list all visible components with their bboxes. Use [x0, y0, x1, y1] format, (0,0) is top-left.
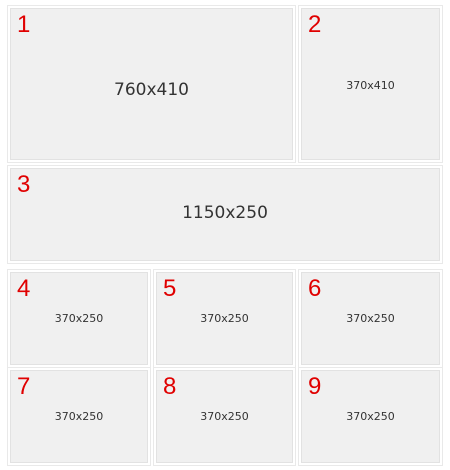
tile-size-label: 370x250	[54, 410, 104, 423]
tile-size-label: 370x250	[200, 312, 249, 325]
tile-size-label: 370x250	[200, 410, 249, 423]
tile-number: 3	[17, 171, 31, 198]
tile-1: 1 760x410	[10, 8, 293, 160]
tile-8: 8 370x250	[156, 370, 293, 463]
tile-7: 7 370x250	[10, 370, 148, 463]
tile-number: 6	[308, 275, 322, 302]
tile-size-label: 760x410	[114, 80, 189, 100]
tile-size-label: 370x250	[54, 312, 104, 325]
tile-size-label: 370x250	[346, 312, 395, 325]
tile-size-label: 1150x250	[182, 203, 268, 223]
tile-number: 2	[308, 11, 322, 38]
tile-number: 1	[17, 11, 31, 38]
tile-number: 4	[17, 275, 31, 302]
tile-size-label: 370x250	[346, 410, 395, 423]
tile-number: 7	[17, 373, 31, 400]
tile-4: 4 370x250	[10, 272, 148, 365]
tile-number: 5	[163, 275, 177, 302]
tile-number: 8	[163, 373, 177, 400]
tile-2: 2 370x410	[301, 8, 440, 160]
tile-number: 9	[308, 373, 322, 400]
tile-5: 5 370x250	[156, 272, 293, 365]
tile-9: 9 370x250	[301, 370, 440, 463]
tile-6: 6 370x250	[301, 272, 440, 365]
tile-3: 3 1150x250	[10, 168, 440, 261]
tile-size-label: 370x410	[346, 79, 395, 92]
